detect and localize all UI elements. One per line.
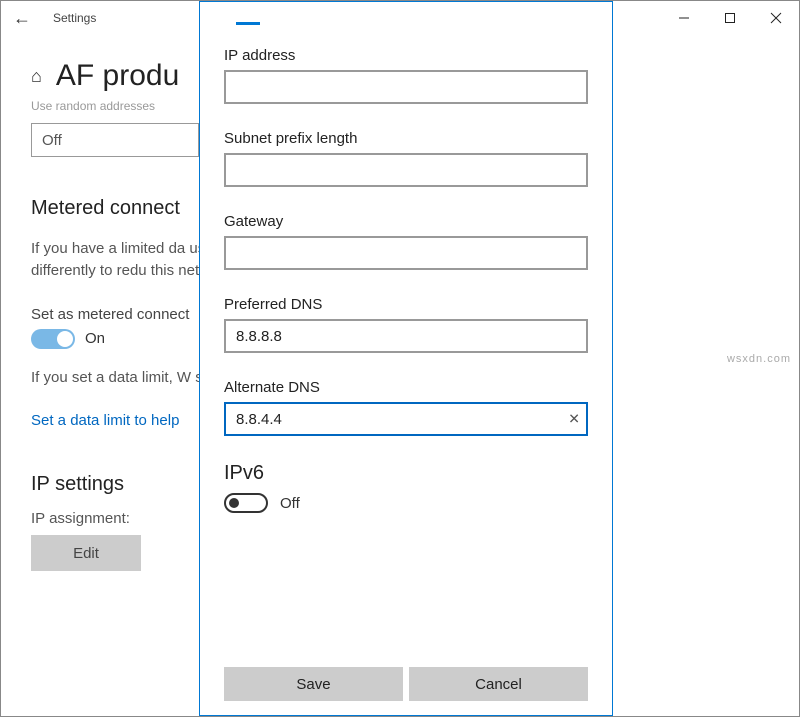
ip-address-label: IP address (224, 47, 588, 64)
ipv6-toggle[interactable] (224, 493, 268, 513)
clear-input-icon[interactable]: ✕ (568, 411, 580, 428)
close-button[interactable] (753, 1, 799, 35)
save-button[interactable]: Save (224, 667, 403, 701)
subnet-input[interactable] (224, 153, 588, 187)
watermark: wsxdn.com (727, 353, 791, 365)
preferred-dns-input[interactable] (224, 319, 588, 353)
back-button[interactable]: ← (13, 9, 31, 27)
alternate-dns-field: Alternate DNS ✕ (224, 379, 588, 436)
random-addresses-select[interactable]: Off (31, 123, 199, 157)
window-title: Settings (53, 11, 96, 25)
cancel-button[interactable]: Cancel (409, 667, 588, 701)
maximize-button[interactable] (707, 1, 753, 35)
tab-indicator (236, 22, 260, 25)
alternate-dns-input[interactable] (224, 402, 588, 436)
ipv6-heading: IPv6 (224, 462, 588, 485)
home-icon[interactable]: ⌂ (31, 66, 42, 87)
preferred-dns-label: Preferred DNS (224, 296, 588, 313)
ip-address-field: IP address (224, 47, 588, 104)
subnet-field: Subnet prefix length (224, 130, 588, 187)
ip-address-input[interactable] (224, 70, 588, 104)
alternate-dns-label: Alternate DNS (224, 379, 588, 396)
metered-toggle[interactable] (31, 329, 75, 349)
ip-settings-dialog: IP address Subnet prefix length Gateway … (199, 1, 613, 716)
ip-assignment-label: IP assignment: (31, 510, 130, 527)
page-title: AF produ (56, 59, 179, 93)
gateway-input[interactable] (224, 236, 588, 270)
gateway-field: Gateway (224, 213, 588, 270)
gateway-label: Gateway (224, 213, 588, 230)
edit-button[interactable]: Edit (31, 535, 141, 571)
window-controls (661, 1, 799, 35)
subnet-label: Subnet prefix length (224, 130, 588, 147)
minimize-button[interactable] (661, 1, 707, 35)
preferred-dns-field: Preferred DNS (224, 296, 588, 353)
metered-toggle-label: On (85, 330, 105, 347)
ipv6-toggle-label: Off (280, 495, 300, 512)
